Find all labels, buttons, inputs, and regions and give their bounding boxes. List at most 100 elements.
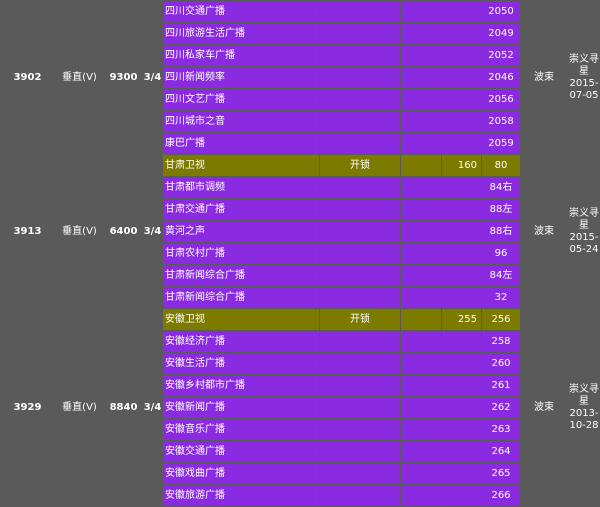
apid-cell: 258: [481, 330, 521, 353]
apid-cell: 2050: [481, 0, 521, 23]
vpid-cell: [441, 110, 482, 133]
table-row: 3929 垂直(V) 8840 3/4 安徽卫视 开锁 255 256 波束 崇义寻星2013-1…: [0, 308, 600, 507]
channel-name: 四川新闻频率: [162, 66, 320, 89]
channel-name: 安徽旅游广播: [162, 484, 320, 507]
channel-name: 安徽卫视: [162, 308, 320, 331]
system-cell: [319, 440, 401, 463]
channel-name: 甘肃农村广播: [162, 242, 320, 265]
system-cell: [319, 418, 401, 441]
sid-cell: [400, 88, 442, 111]
channel-name: 四川文艺广播: [162, 88, 320, 111]
vpid-cell: [441, 220, 482, 243]
source-date-cell: 崇义寻星2013-10-28: [567, 308, 600, 507]
channel-name: 四川交通广播: [162, 0, 320, 23]
system-cell: [319, 66, 401, 89]
source-date-cell: 崇义寻星2015-07-05: [567, 0, 600, 155]
system-cell: [319, 110, 401, 133]
channel-name: 安徽音乐广播: [162, 418, 320, 441]
apid-cell: 263: [481, 418, 521, 441]
apid-cell: 261: [481, 374, 521, 397]
apid-cell: 80: [481, 154, 521, 177]
vpid-cell: [441, 286, 482, 309]
apid-cell: 2049: [481, 22, 521, 45]
vpid-cell: [441, 440, 482, 463]
beam-cell: 波束: [520, 154, 568, 309]
sid-cell: [400, 110, 442, 133]
channel-name: 安徽经济广播: [162, 330, 320, 353]
apid-cell: 2046: [481, 66, 521, 89]
frequency-cell: 3913: [0, 154, 55, 309]
system-cell: [319, 132, 401, 155]
vpid-cell: [441, 132, 482, 155]
sid-cell: [400, 154, 442, 177]
sid-cell: [400, 286, 442, 309]
vpid-cell: [441, 264, 482, 287]
system-cell: [319, 264, 401, 287]
apid-cell: 266: [481, 484, 521, 507]
sid-cell: [400, 198, 442, 221]
vpid-cell: [441, 374, 482, 397]
channel-name: 黄河之声: [162, 220, 320, 243]
system-cell: [319, 220, 401, 243]
apid-cell: 96: [481, 242, 521, 265]
system-cell: [319, 44, 401, 67]
system-cell: [319, 352, 401, 375]
channel-name: 甘肃都市调频: [162, 176, 320, 199]
sid-cell: [400, 66, 442, 89]
channel-name: 安徽乡村都市广播: [162, 374, 320, 397]
vpid-cell: [441, 22, 482, 45]
apid-cell: 88左: [481, 198, 521, 221]
fec-cell: 3/4: [142, 154, 163, 309]
frequency-cell: 3929: [0, 308, 55, 507]
channel-name: 安徽交通广播: [162, 440, 320, 463]
system-cell: 开锁: [319, 154, 401, 177]
sid-cell: [400, 308, 442, 331]
channel-table-body: 3902 垂直(V) 9300 3/4 四川交通广播 2050 波束 崇义寻星2015-07-…: [0, 0, 600, 507]
system-cell: [319, 88, 401, 111]
vpid-cell: [441, 176, 482, 199]
apid-cell: 88右: [481, 220, 521, 243]
channel-name: 安徽生活广播: [162, 352, 320, 375]
apid-cell: 2058: [481, 110, 521, 133]
channel-name: 四川旅游生活广播: [162, 22, 320, 45]
apid-cell: 256: [481, 308, 521, 331]
sid-cell: [400, 396, 442, 419]
apid-cell: 262: [481, 396, 521, 419]
channel-name: 四川私家车广播: [162, 44, 320, 67]
vpid-cell: [441, 396, 482, 419]
sid-cell: [400, 132, 442, 155]
vpid-cell: [441, 198, 482, 221]
sid-cell: [400, 264, 442, 287]
vpid-cell: [441, 88, 482, 111]
system-cell: [319, 330, 401, 353]
source-date-cell: 崇义寻星2015-05-24: [567, 154, 600, 309]
system-cell: [319, 374, 401, 397]
sid-cell: [400, 220, 442, 243]
apid-cell: 2056: [481, 88, 521, 111]
sid-cell: [400, 242, 442, 265]
vpid-cell: [441, 242, 482, 265]
polarity-cell: 垂直(V): [54, 0, 105, 155]
system-cell: [319, 396, 401, 419]
sid-cell: [400, 22, 442, 45]
vpid-cell: [441, 0, 482, 23]
apid-cell: 84右: [481, 176, 521, 199]
symbol-rate-cell: 6400: [104, 154, 143, 309]
table-row: 3913 垂直(V) 6400 3/4 甘肃卫视 开锁 160 80 波束 崇义寻星2015-05…: [0, 154, 600, 309]
sid-cell: [400, 484, 442, 507]
beam-cell: 波束: [520, 308, 568, 507]
channel-name: 甘肃交通广播: [162, 198, 320, 221]
apid-cell: 84左: [481, 264, 521, 287]
vpid-cell: [441, 462, 482, 485]
sid-cell: [400, 330, 442, 353]
system-cell: [319, 286, 401, 309]
system-cell: [319, 484, 401, 507]
sid-cell: [400, 374, 442, 397]
vpid-cell: [441, 352, 482, 375]
sid-cell: [400, 0, 442, 23]
sid-cell: [400, 462, 442, 485]
system-cell: [319, 176, 401, 199]
table-row: 3902 垂直(V) 9300 3/4 四川交通广播 2050 波束 崇义寻星2015-07-…: [0, 0, 600, 155]
system-cell: [319, 462, 401, 485]
channel-name: 四川城市之音: [162, 110, 320, 133]
